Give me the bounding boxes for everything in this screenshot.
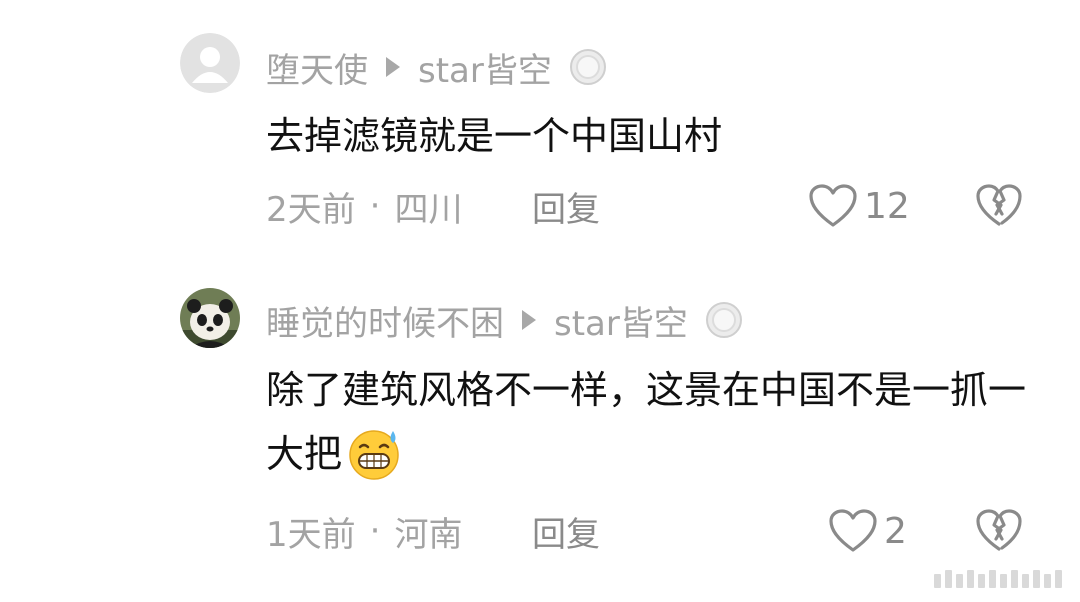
default-avatar-icon xyxy=(180,33,240,93)
reply-arrow-icon xyxy=(384,55,402,79)
like-button[interactable]: 12 xyxy=(808,181,910,231)
comment-location: 四川 xyxy=(394,189,463,230)
dislike-button[interactable] xyxy=(975,181,1023,231)
comment-meta: 1天前 · 河南 回复 xyxy=(266,506,600,556)
comment-text: 去掉滤镜就是一个中国山村 xyxy=(266,114,723,158)
username[interactable]: 睡觉的时候不困 xyxy=(266,296,504,345)
comment-text: 除了建筑风格不一样，这景在中国不是一抓一大把 xyxy=(266,358,1046,486)
separator: · xyxy=(369,511,381,551)
broken-heart-icon xyxy=(976,509,1022,551)
reply-button[interactable]: 回复 xyxy=(532,182,600,231)
badge-icon xyxy=(704,300,744,340)
reply-button[interactable]: 回复 xyxy=(532,507,600,556)
like-button[interactable]: 2 xyxy=(828,506,907,556)
like-count: 12 xyxy=(864,185,910,227)
comment-time: 1天前 xyxy=(266,514,356,555)
comment-header: 堕天使 star皆空 xyxy=(266,43,608,92)
separator: · xyxy=(369,186,381,226)
panda-avatar-icon xyxy=(180,288,240,348)
grimace-sweat-emoji-icon xyxy=(346,425,402,481)
watermark-bars xyxy=(934,570,1062,588)
avatar[interactable] xyxy=(180,33,240,93)
like-count: 2 xyxy=(884,510,907,552)
comment-location: 河南 xyxy=(394,514,463,555)
heart-icon xyxy=(809,184,857,227)
username[interactable]: 堕天使 xyxy=(266,43,368,92)
reply-arrow-icon xyxy=(520,308,538,332)
reply-to-username[interactable]: star皆空 xyxy=(554,296,688,345)
badge-icon xyxy=(568,47,608,87)
comment-time: 2天前 xyxy=(266,189,356,230)
reply-to-username[interactable]: star皆空 xyxy=(418,43,552,92)
comment-header: 睡觉的时候不困 star皆空 xyxy=(266,296,744,345)
avatar[interactable] xyxy=(180,288,240,348)
dislike-button[interactable] xyxy=(975,506,1023,556)
broken-heart-icon xyxy=(976,184,1022,226)
heart-icon xyxy=(829,509,877,552)
comment-meta: 2天前 · 四川 回复 xyxy=(266,181,600,231)
